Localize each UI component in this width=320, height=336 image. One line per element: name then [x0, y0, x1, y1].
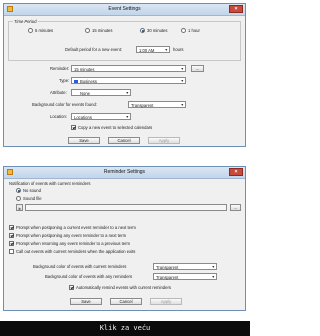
radio-30-minutes-label: 30 minutes — [147, 28, 168, 33]
bg-any-select[interactable]: Transparent ▼ — [153, 273, 217, 280]
bg-color-select[interactable]: Transparent ▼ — [128, 101, 186, 108]
reminder-select[interactable]: 15 minutes ▼ — [71, 65, 186, 72]
call-out-on-exit-label: Call out events with current reminders w… — [16, 249, 136, 254]
bg-current-select[interactable]: Transparent ▼ — [153, 263, 217, 270]
default-period-label: Default period for a new event: — [65, 47, 123, 52]
prompt-postpone-current-checkbox[interactable] — [9, 225, 14, 230]
radio-1-hour-label: 1 hour — [188, 28, 200, 33]
prompt-postpone-current-label: Prompt when postponing a current event r… — [16, 225, 136, 230]
chevron-down-icon: ▼ — [164, 48, 168, 52]
sound-file-label: Sound file — [23, 196, 42, 201]
chevron-down-icon: ▼ — [180, 103, 184, 107]
cancel-button[interactable]: Cancel — [110, 298, 142, 305]
time-period-legend: Time Period — [13, 19, 38, 24]
type-label: Type: — [59, 78, 70, 83]
radio-15-minutes-label: 15 minutes — [92, 28, 113, 33]
cancel-button[interactable]: Cancel — [108, 137, 140, 144]
chevron-down-icon: ▼ — [125, 91, 129, 95]
reminder-more-button[interactable]: ... — [191, 65, 204, 72]
notification-header: Notification of events with current remi… — [9, 181, 91, 186]
chevron-down-icon: ▼ — [180, 79, 184, 83]
radio-15-minutes[interactable] — [85, 28, 90, 33]
save-button[interactable]: Save — [70, 298, 102, 305]
prompt-return-previous-checkbox[interactable] — [9, 241, 14, 246]
auto-remind-checkbox[interactable] — [69, 285, 74, 290]
save-button[interactable]: Save — [68, 137, 100, 144]
apply-button[interactable]: Apply — [148, 137, 180, 144]
prompt-postpone-any-label: Prompt when postponing any event reminde… — [16, 233, 127, 238]
no-sound-label: No sound — [23, 188, 41, 193]
reminder-settings-window: Reminder Settings × Notification of even… — [3, 166, 246, 311]
location-select[interactable]: Locations ▼ — [71, 113, 131, 120]
enlarge-caption[interactable]: Klik za veću — [0, 324, 250, 332]
play-sound-button[interactable]: ▶ — [16, 204, 23, 211]
call-out-on-exit-checkbox[interactable] — [9, 249, 14, 254]
reminder-settings-titlebar: Reminder Settings × — [4, 167, 245, 179]
radio-5-minutes[interactable] — [28, 28, 33, 33]
hours-label: hours — [173, 47, 184, 52]
bg-color-label: Background color for events found: — [32, 102, 97, 107]
sound-file-radio[interactable] — [16, 196, 21, 201]
chevron-down-icon: ▼ — [211, 275, 215, 279]
event-settings-window: Event Settings × Time Period 5 minutes 1… — [3, 3, 246, 147]
type-color-swatch — [74, 79, 78, 83]
browse-sound-button[interactable]: … — [230, 204, 241, 211]
play-icon: ▶ — [18, 207, 22, 211]
chevron-down-icon: ▼ — [125, 115, 129, 119]
close-icon[interactable]: × — [229, 168, 243, 176]
default-period-select[interactable]: 1:00 AM ▼ — [136, 46, 170, 53]
attribute-label: Attribute: — [50, 90, 67, 95]
event-settings-title: Event Settings — [108, 6, 141, 12]
radio-1-hour[interactable] — [181, 28, 186, 33]
bg-current-label: Background color of events with current … — [33, 264, 127, 269]
radio-30-minutes[interactable] — [140, 28, 145, 33]
reminder-label: Reminder: — [50, 66, 70, 71]
bg-any-label: Background color of events with any remi… — [45, 274, 133, 279]
prompt-return-previous-label: Prompt when returning any event reminder… — [16, 241, 131, 246]
sound-file-path-input[interactable] — [25, 204, 227, 211]
no-sound-radio[interactable] — [16, 188, 21, 193]
type-select[interactable]: Business ▼ — [71, 77, 186, 84]
reminder-settings-title: Reminder Settings — [103, 169, 146, 175]
copy-new-event-label: Copy a new event to selected calendars — [78, 125, 153, 130]
time-period-group: Time Period 5 minutes 15 minutes 30 minu… — [8, 19, 241, 61]
chevron-down-icon: ▼ — [180, 67, 184, 71]
prompt-postpone-any-checkbox[interactable] — [9, 233, 14, 238]
attribute-select[interactable]: None ▼ — [71, 89, 131, 96]
caption-bar[interactable]: Klik za veću — [0, 321, 250, 336]
location-label: Location: — [50, 114, 67, 119]
auto-remind-label: Automatically remind events with current… — [76, 285, 171, 290]
close-icon[interactable]: × — [229, 5, 243, 13]
radio-5-minutes-label: 5 minutes — [35, 28, 54, 33]
copy-new-event-checkbox[interactable] — [71, 125, 76, 130]
chevron-down-icon: ▼ — [211, 265, 215, 269]
event-settings-titlebar: Event Settings × — [4, 4, 245, 16]
apply-button[interactable]: Apply — [150, 298, 182, 305]
